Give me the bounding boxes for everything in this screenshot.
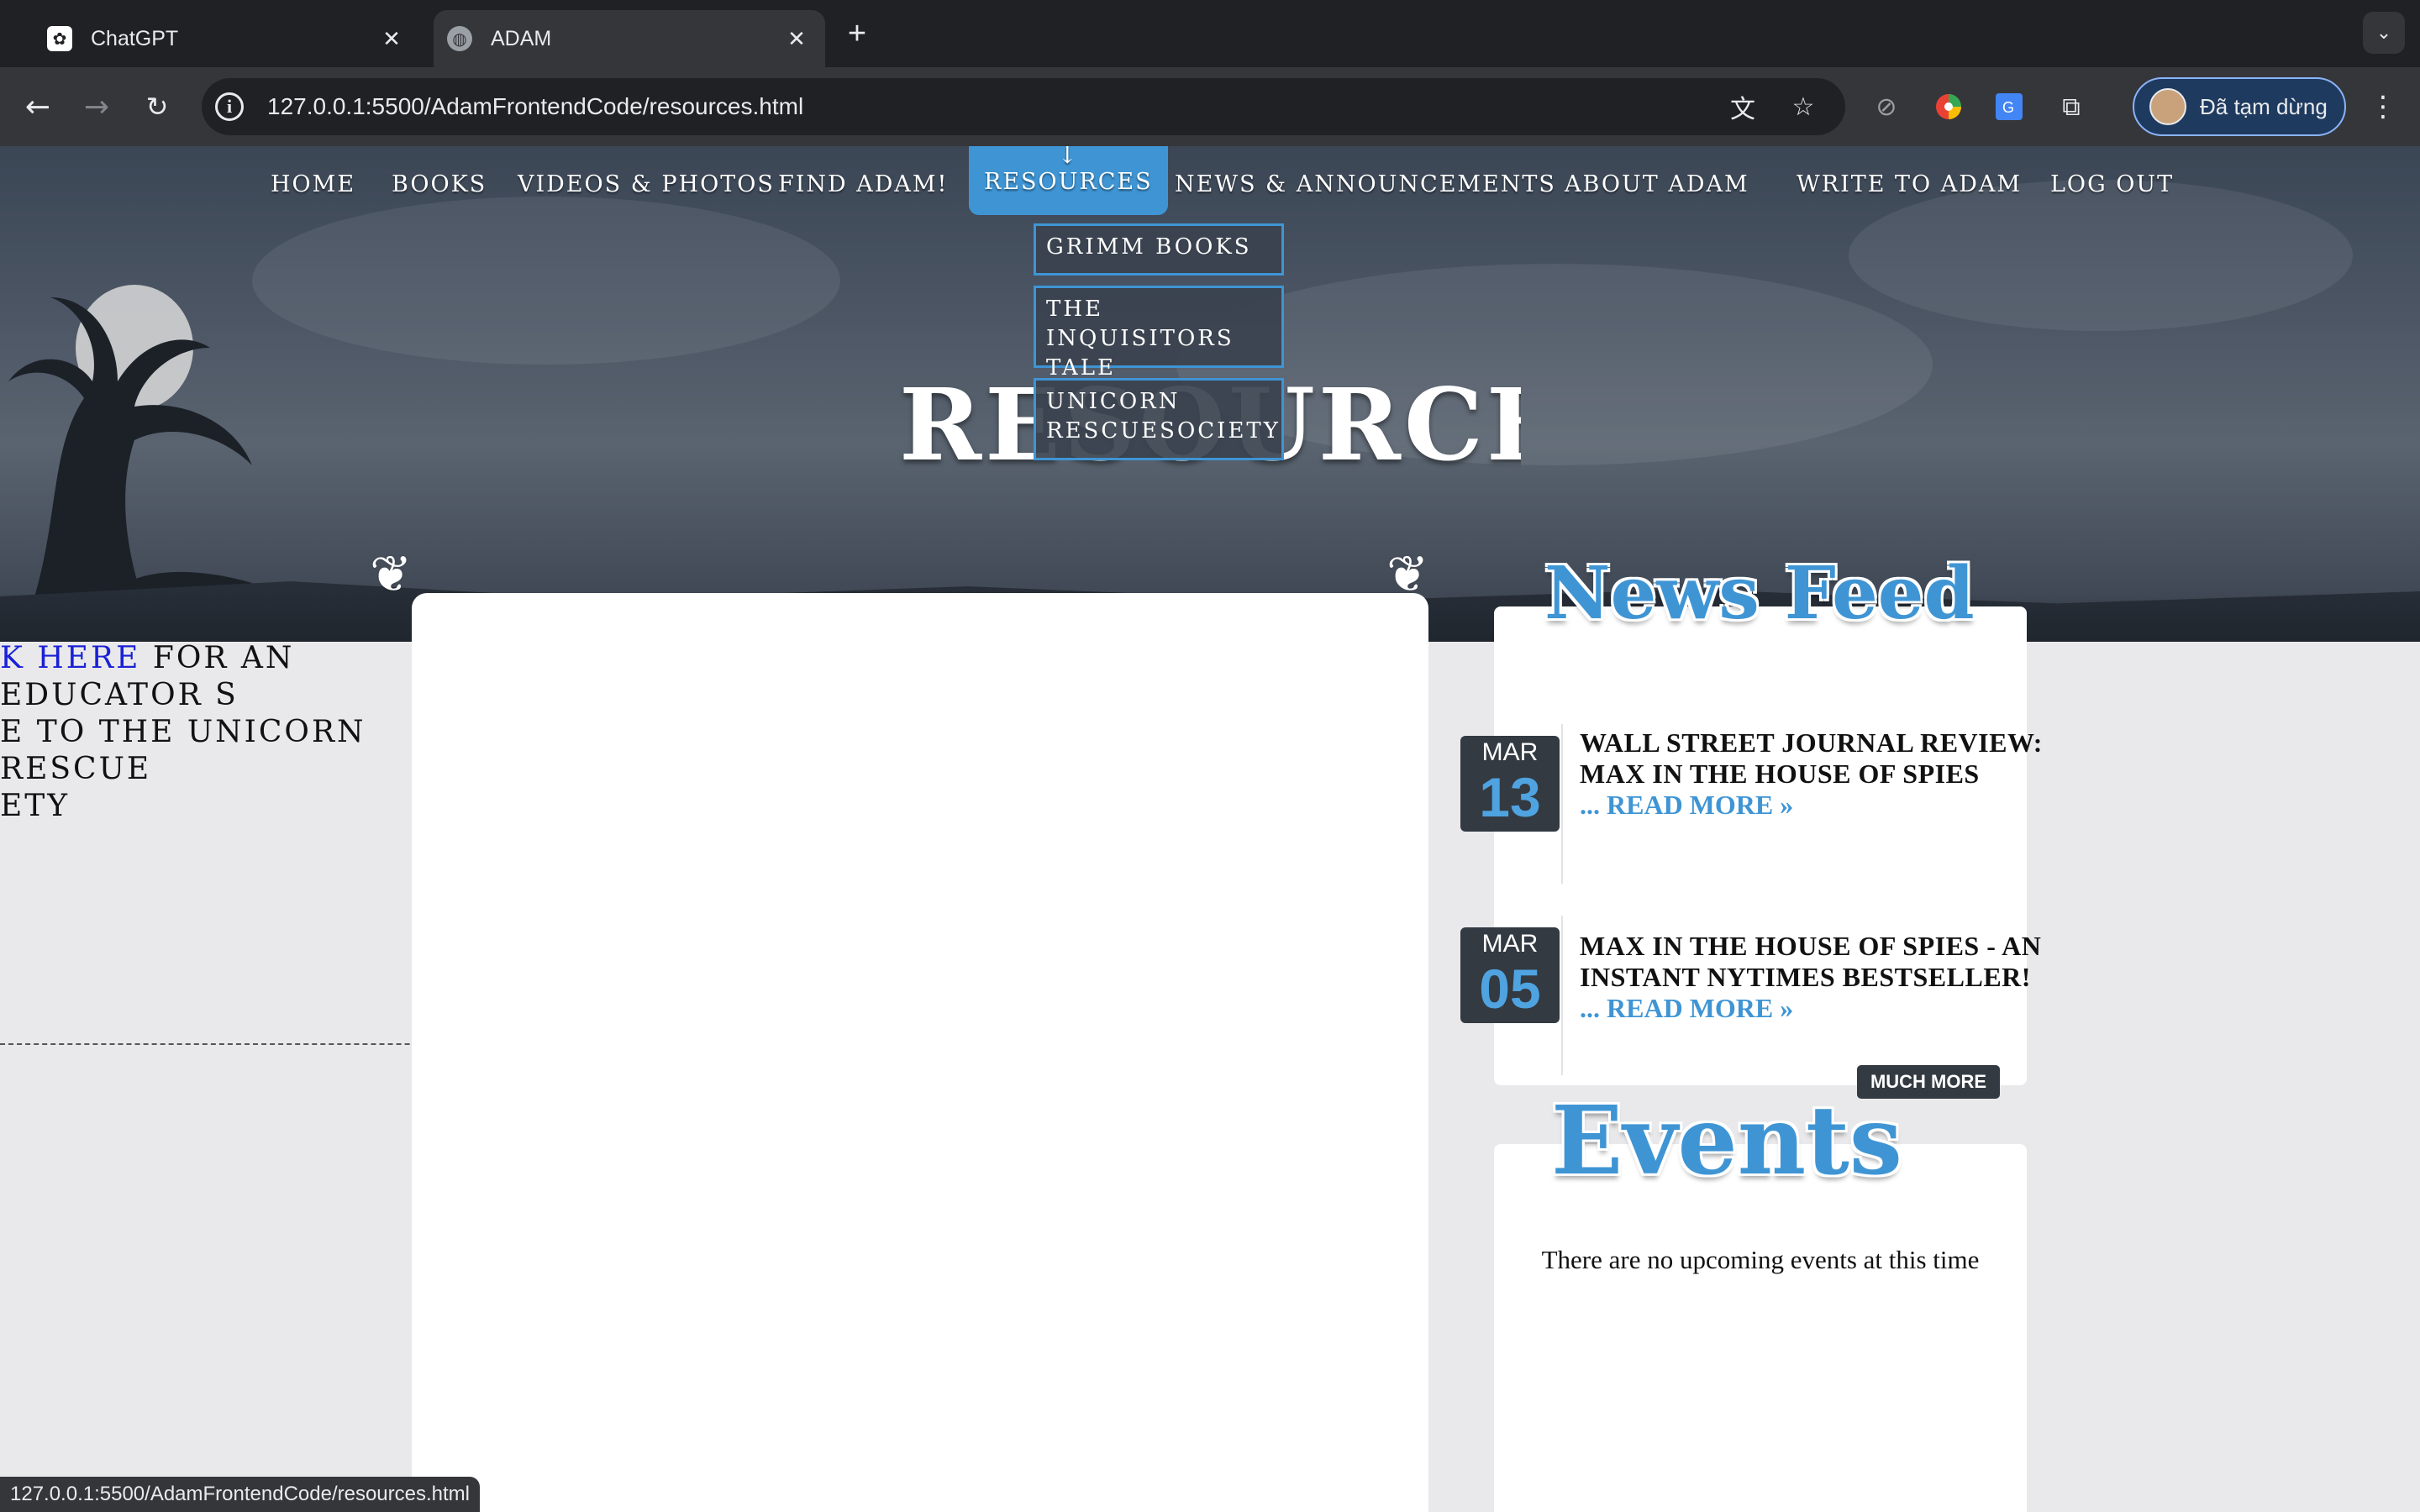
site-info-icon[interactable]: i — [215, 92, 244, 121]
events-heading: Events — [1551, 1086, 1902, 1196]
date-badge: MAR 13 — [1460, 736, 1560, 832]
click-here-link[interactable]: K HERE — [0, 641, 140, 675]
tab-adam[interactable]: ◍ ADAM ✕ — [434, 10, 825, 67]
browser-toolbar: ← → ↻ i 127.0.0.1:5500/AdamFrontendCode/… — [0, 67, 2420, 146]
content-panel — [412, 593, 1428, 1512]
nav-about-adam[interactable]: ABOUT ADAM — [1565, 163, 1749, 207]
compass-extension-icon[interactable]: ⊘ — [1865, 86, 1907, 128]
new-tab-button[interactable]: + — [840, 16, 874, 51]
events-panel — [1494, 1144, 2027, 1512]
avatar — [2149, 88, 2186, 125]
nav-resources-label: RESOURCES — [984, 169, 1153, 195]
date-badge: MAR 05 — [1460, 927, 1560, 1023]
nav-videos-photos[interactable]: VIDEOS & PHOTOS — [518, 163, 775, 207]
tab-title: ChatGPT — [91, 26, 179, 50]
back-arrow-icon[interactable]: ← — [17, 86, 59, 128]
forward-arrow-icon[interactable]: → — [76, 86, 118, 128]
profile-button[interactable]: Đã tạm dừng — [2133, 77, 2346, 136]
vine-ornament-left-icon: ❦ — [370, 545, 413, 604]
tab-search-chevron-icon[interactable]: ⌄ — [2363, 12, 2405, 54]
dropdown-item-unicorn-rescue-society[interactable]: UNICORN RESCUESOCIETY — [1034, 378, 1284, 460]
google-translate-extension-icon[interactable]: G — [1988, 86, 2030, 128]
extensions-puzzle-icon[interactable]: ⧉ — [2050, 86, 2092, 128]
nav-books[interactable]: BOOKS — [392, 163, 487, 207]
openai-icon: ✿ — [47, 26, 72, 51]
dropdown-item-inquisitors-tale[interactable]: THE INQUISITORS TALE — [1034, 286, 1284, 381]
svg-text:G: G — [2002, 99, 2014, 116]
arrow-down-icon: ↓ — [1057, 146, 1080, 169]
dropdown-item-grimm-books[interactable]: GRIMM BOOKS — [1034, 223, 1284, 276]
nav-log-out[interactable]: LOG OUT — [2050, 163, 2174, 207]
address-bar[interactable]: i 127.0.0.1:5500/AdamFrontendCode/resour… — [202, 78, 1845, 135]
read-more-link[interactable]: ... READ MORE » — [1580, 790, 2050, 821]
reload-icon[interactable]: ↻ — [136, 86, 178, 128]
date-month: MAR — [1481, 930, 1539, 958]
date-day: 13 — [1479, 766, 1541, 828]
news-item: WALL STREET JOURNAL REVIEW: MAX IN THE H… — [1561, 724, 2050, 884]
close-tab-icon[interactable]: ✕ — [780, 22, 813, 55]
events-empty-message: There are no upcoming events at this tim… — [1541, 1245, 1980, 1274]
nav-news-announcements[interactable]: NEWS & ANNOUNCEMENTS — [1175, 163, 1556, 207]
browser-tab-strip: ✿ ChatGPT ✕ ◍ ADAM ✕ + ⌄ — [0, 0, 2420, 67]
news-feed-heading: News Feed — [1544, 551, 1975, 636]
url-text[interactable]: 127.0.0.1:5500/AdamFrontendCode/resource… — [267, 93, 1724, 120]
nav-home[interactable]: HOME — [271, 163, 355, 207]
page-viewport: HOME BOOKS VIDEOS & PHOTOS FIND ADAM! ↓ … — [0, 146, 2420, 1512]
close-tab-icon[interactable]: ✕ — [375, 22, 408, 55]
tree-silhouette-icon — [8, 285, 252, 600]
news-item: MAX IN THE HOUSE OF SPIES - AN INSTANT N… — [1561, 916, 2050, 1075]
translate-icon[interactable]: 文 — [1724, 88, 1761, 125]
color-picker-extension-icon[interactable] — [1928, 86, 1970, 128]
tab-title: ADAM — [491, 26, 552, 50]
bookmark-star-icon[interactable]: ☆ — [1785, 88, 1822, 125]
nav-resources[interactable]: ↓ RESOURCES — [969, 146, 1168, 215]
date-month: MAR — [1481, 738, 1539, 766]
date-day: 05 — [1479, 958, 1541, 1020]
news-title[interactable]: MAX IN THE HOUSE OF SPIES - AN INSTANT N… — [1580, 931, 2050, 993]
read-more-link[interactable]: ... READ MORE » — [1580, 993, 2050, 1024]
news-title[interactable]: WALL STREET JOURNAL REVIEW: MAX IN THE H… — [1580, 727, 2050, 790]
tab-chatgpt[interactable]: ✿ ChatGPT ✕ — [34, 10, 420, 67]
status-bar-url: 127.0.0.1:5500/AdamFrontendCode/resource… — [0, 1477, 480, 1512]
nav-find-adam[interactable]: FIND ADAM! — [778, 163, 948, 207]
profile-status-label: Đã tạm dừng — [2200, 93, 2328, 119]
main-navigation: HOME BOOKS VIDEOS & PHOTOS FIND ADAM! ↓ … — [0, 146, 2420, 222]
nav-write-to-adam[interactable]: WRITE TO ADAM — [1797, 163, 2022, 207]
globe-icon: ◍ — [447, 26, 472, 51]
more-menu-icon[interactable]: ⋮ — [2365, 86, 2402, 128]
vine-ornament-right-icon: ❦ — [1386, 545, 1429, 604]
